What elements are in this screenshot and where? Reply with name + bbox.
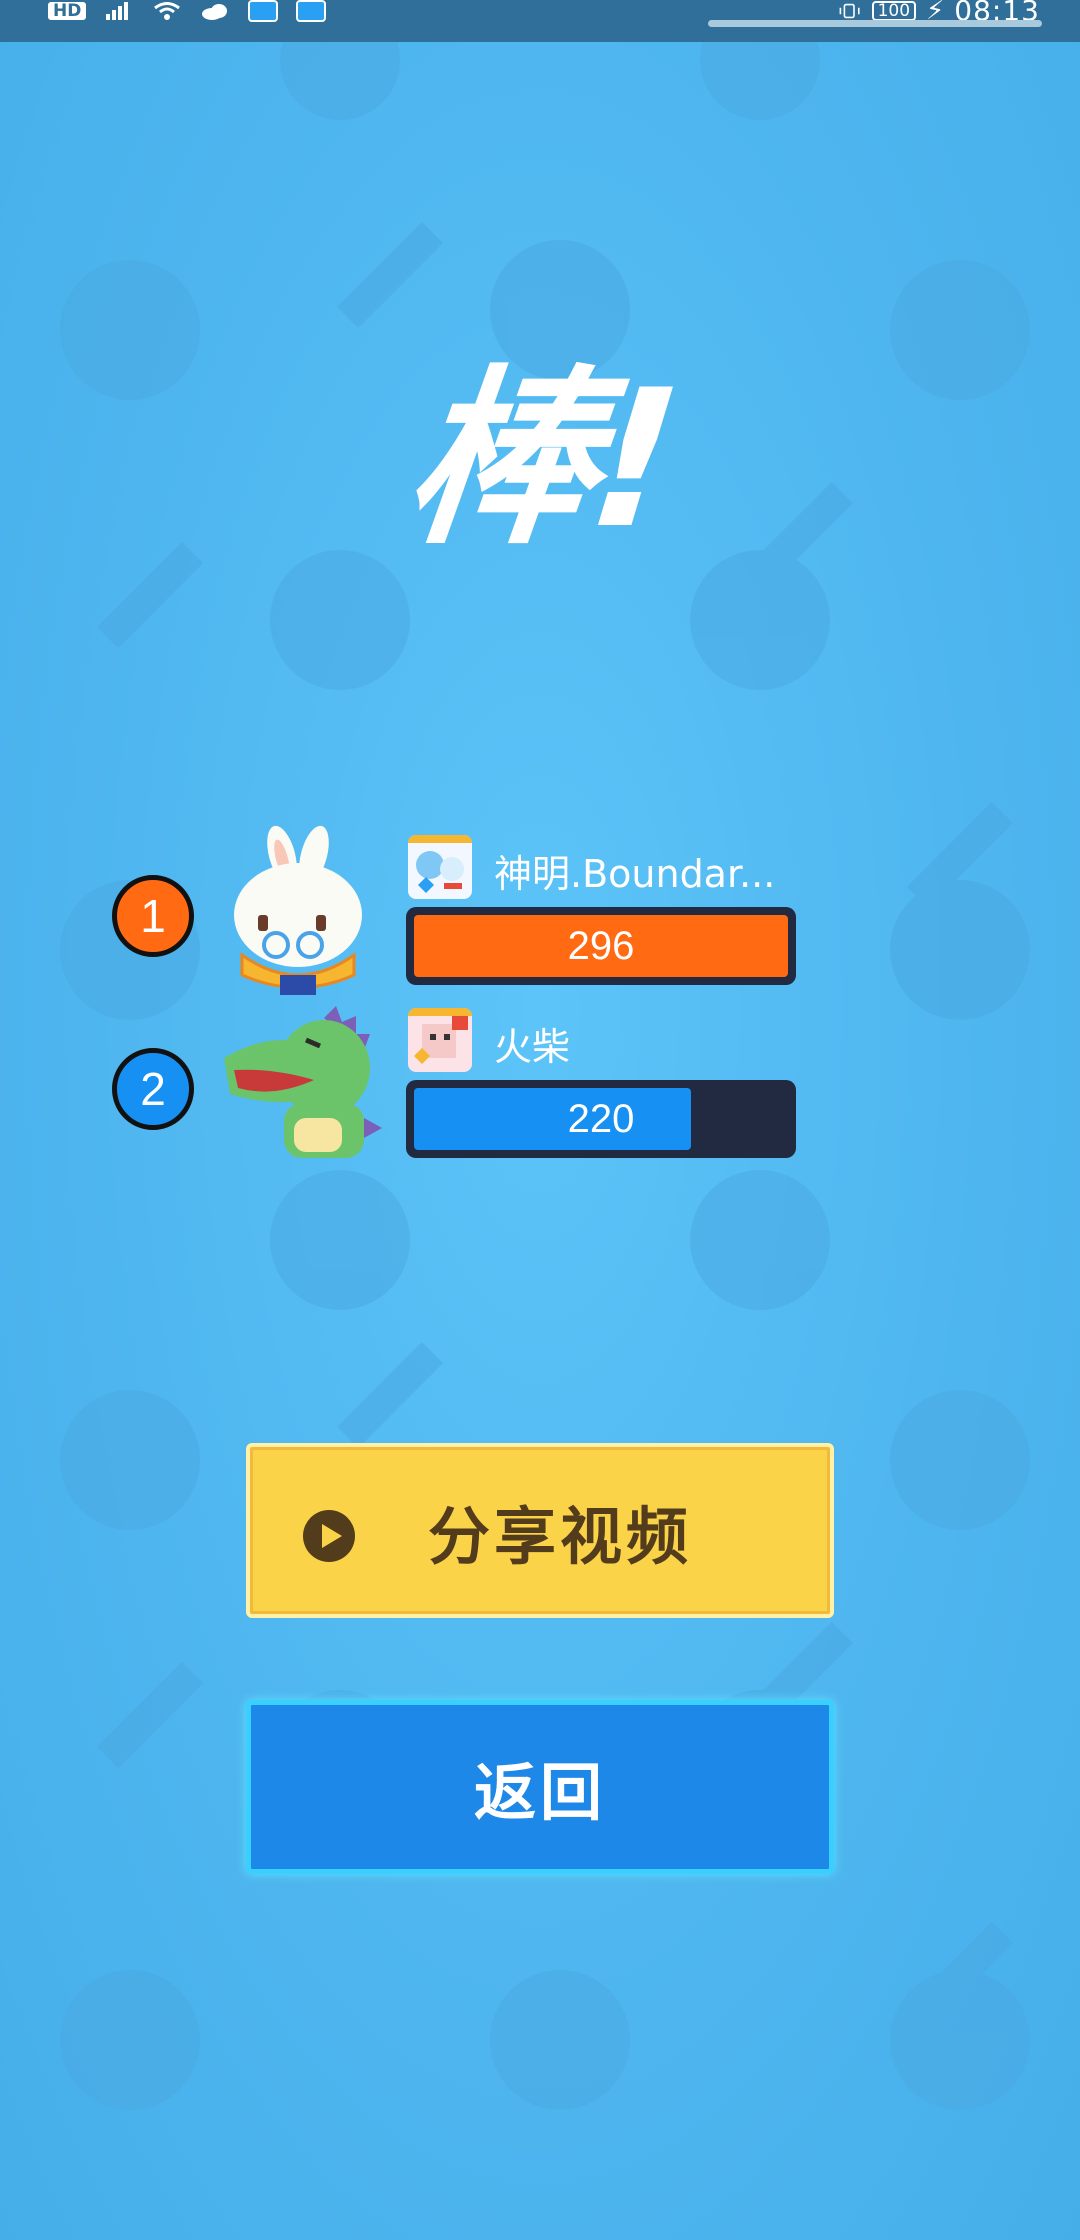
- rabbit-avatar-icon: [234, 825, 362, 995]
- dinosaur-avatar-icon: [224, 1006, 382, 1158]
- score-value: 296: [567, 924, 635, 968]
- signal-icon: [106, 2, 129, 20]
- result-title: 棒!: [396, 349, 684, 570]
- rank-badge: 2: [112, 1048, 194, 1130]
- back-label: 返回: [473, 1756, 606, 1829]
- player-name: 火柴: [494, 1025, 571, 1069]
- notification-app-icon: [296, 0, 327, 22]
- clock: 08:13: [954, 0, 1040, 27]
- share-video-button[interactable]: 分享视频: [246, 1443, 834, 1618]
- score-value: 220: [567, 1097, 635, 1141]
- hd-indicator: HD: [48, 2, 87, 20]
- status-bar: HD 100 ⚡ 08:13: [0, 0, 1080, 42]
- battery-indicator: 100: [871, 1, 917, 21]
- player-row-2: 2 火柴 220: [0, 998, 1080, 1168]
- share-video-label: 分享视频: [427, 1499, 692, 1573]
- status-progress-bar: [708, 20, 1042, 27]
- player-pic-1: [408, 835, 472, 899]
- status-right-icons: 100 ⚡ 08:13: [838, 0, 1040, 27]
- rank-badge: 1: [112, 875, 194, 957]
- player-pic-2: [408, 1008, 472, 1072]
- cloud-icon: [202, 4, 228, 20]
- vibrate-icon: [839, 3, 860, 19]
- play-icon: [303, 1510, 355, 1562]
- score-bar: 220: [406, 1080, 796, 1158]
- score-bar: 296: [406, 907, 796, 985]
- search-app-icon: [248, 0, 279, 22]
- back-button[interactable]: 返回: [246, 1700, 834, 1874]
- player-name: 神明.Boundar...: [494, 852, 776, 896]
- status-left-icons: HD: [48, 0, 327, 22]
- player-row-1: 1 神明.Boundar... 296: [0, 825, 1080, 995]
- wifi-icon: [154, 2, 181, 20]
